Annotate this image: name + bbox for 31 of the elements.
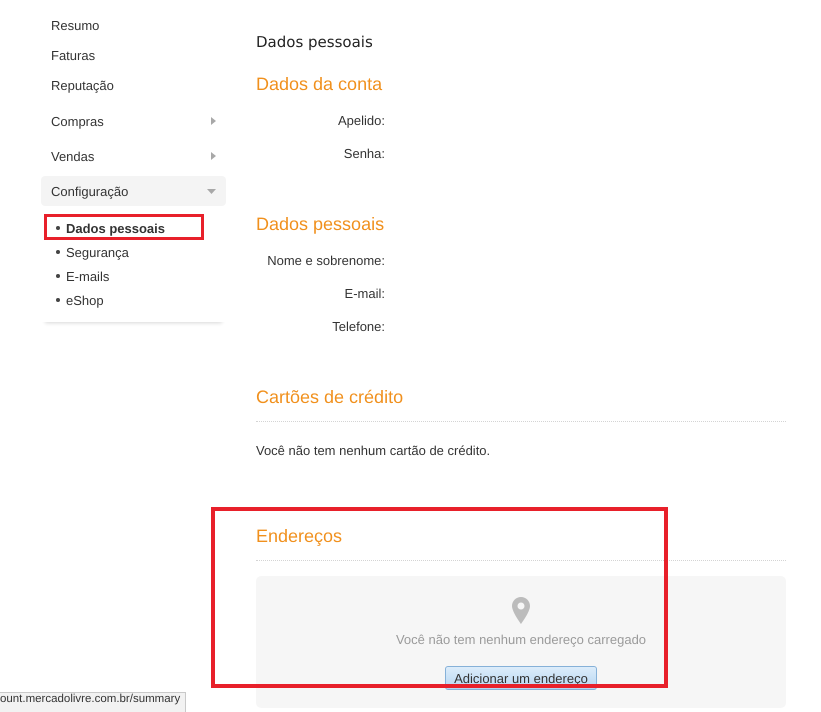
sidebar-item[interactable]: Reputação bbox=[41, 71, 226, 101]
field-label: Nome e sobrenome: bbox=[266, 253, 385, 268]
sidebar-item[interactable]: Configuração bbox=[41, 176, 226, 206]
bullet-icon bbox=[56, 250, 60, 254]
caret-right-icon bbox=[211, 117, 216, 125]
status-url: ount.mercadolivre.com.br/summary bbox=[0, 692, 186, 712]
submenu-item[interactable]: Dados pessoais bbox=[56, 216, 165, 240]
location-pin-icon bbox=[512, 597, 530, 624]
field-label: Senha: bbox=[342, 146, 385, 161]
empty-message: Você não tem nenhum endereço carregado bbox=[396, 632, 646, 648]
page-title: Dados pessoais bbox=[256, 32, 374, 52]
section-heading: Cartões de crédito bbox=[256, 386, 404, 409]
caret-down-icon bbox=[207, 188, 216, 194]
info-message: Você não tem nenhum cartão de crédito. bbox=[256, 443, 492, 459]
field-label: E-mail: bbox=[344, 286, 385, 301]
sidebar-item[interactable]: Vendas bbox=[41, 141, 226, 171]
section-heading: Endereços bbox=[256, 525, 344, 548]
section-heading: Dados da conta bbox=[256, 73, 384, 96]
submenu-item[interactable]: Segurança bbox=[56, 240, 129, 264]
sidebar-item[interactable]: Resumo bbox=[41, 11, 226, 41]
submenu-item[interactable]: eShop bbox=[56, 288, 104, 312]
bullet-icon bbox=[56, 226, 60, 230]
section-heading: Dados pessoais bbox=[256, 213, 386, 236]
submenu-item[interactable]: E-mails bbox=[56, 264, 110, 288]
field-label: Telefone: bbox=[331, 319, 385, 334]
bullet-icon bbox=[56, 298, 60, 302]
bullet-icon bbox=[56, 274, 60, 278]
sidebar-item[interactable]: Compras bbox=[41, 106, 226, 136]
caret-right-icon bbox=[211, 152, 216, 160]
sidebar-item[interactable]: Faturas bbox=[41, 41, 226, 71]
field-label: Apelido: bbox=[337, 113, 385, 128]
